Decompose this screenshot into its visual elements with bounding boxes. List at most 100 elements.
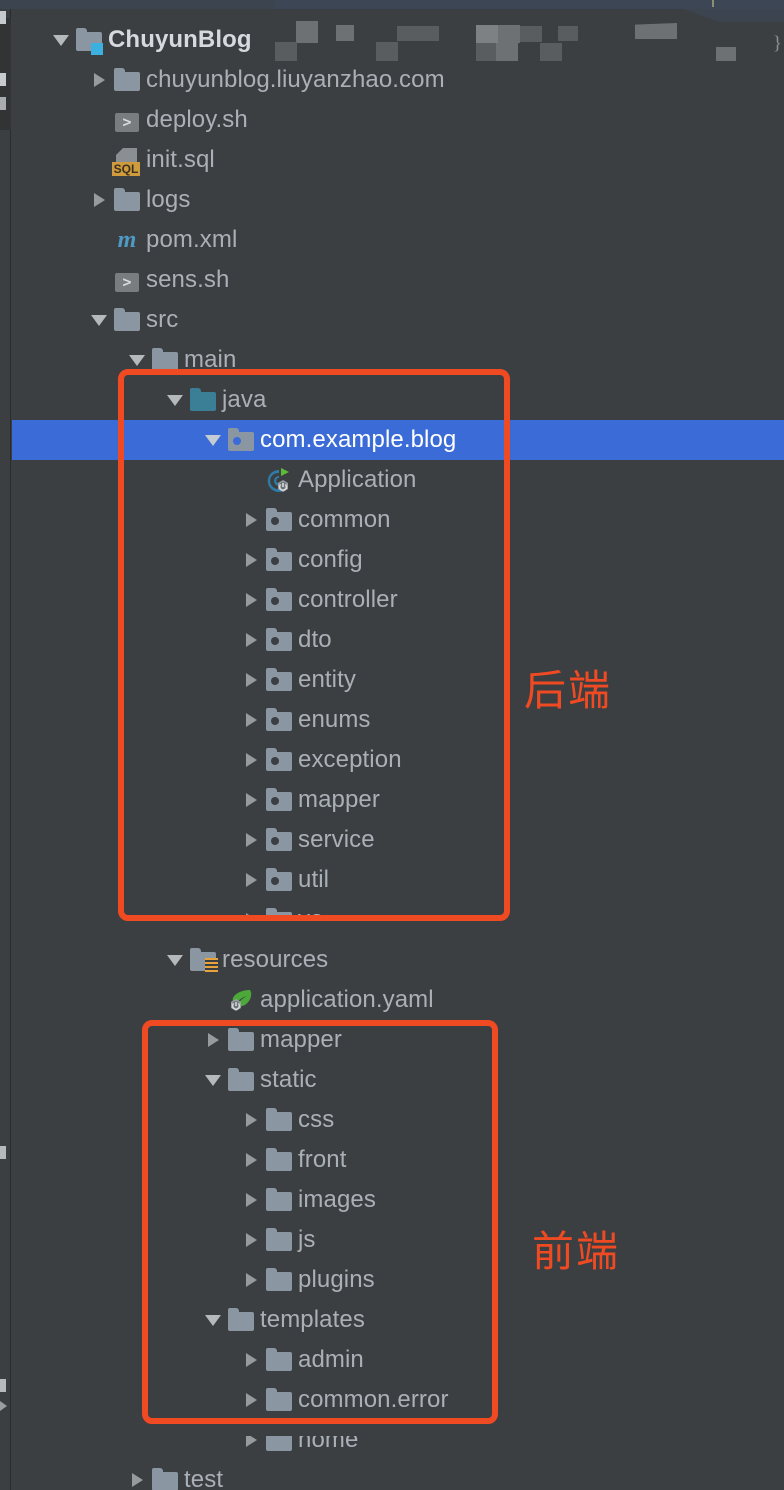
folder-icon [226,1065,256,1095]
chevron-down-icon[interactable] [124,354,150,366]
tree-row-label: controller [298,586,398,613]
tree-row-label: exception [298,746,402,773]
tree-row-images[interactable]: images [12,1180,784,1220]
tree-row-common-error[interactable]: common.error [12,1380,784,1420]
tree-row-chuyunblog[interactable]: ChuyunBlog [12,20,784,60]
tree-row-resources[interactable]: resources [12,940,784,980]
chevron-right-icon[interactable] [238,633,264,647]
folder-shape [266,1108,292,1131]
tree-row-static[interactable]: static [12,1060,784,1100]
gutter-marker [0,11,6,24]
package-icon [264,545,294,575]
chevron-right-icon[interactable] [238,1193,264,1207]
folder-icon [264,1185,294,1215]
tree-row-common[interactable]: common [12,500,784,540]
resource-root-folder-icon [188,945,218,975]
ide-project-panel: } ChuyunBlog chuyunblog.liuyanzhao.com > de… [0,0,784,1490]
folder-icon [150,1465,180,1490]
chevron-right-icon[interactable] [238,833,264,847]
folder-shape [266,828,292,851]
chevron-right-icon[interactable] [238,1353,264,1367]
tree-row-label: js [298,1226,316,1253]
package-icon [264,865,294,895]
tree-row-controller[interactable]: controller [12,580,784,620]
tree-row-entity[interactable]: entity [12,660,784,700]
tree-row-label: src [146,306,179,333]
chevron-right-icon[interactable] [238,1233,264,1247]
tree-row-admin[interactable]: admin [12,1340,784,1380]
tree-row-label: admin [298,1346,364,1373]
chevron-right-icon[interactable] [86,193,112,207]
folder-shape [190,388,216,411]
chevron-right-icon[interactable] [238,1273,264,1287]
tree-row-templates[interactable]: templates [12,1300,784,1340]
tree-row-label: java [222,386,267,413]
tree-row-pom-xml[interactable]: m pom.xml [12,220,784,260]
folder-shape [266,668,292,691]
chevron-right-icon[interactable] [238,1393,264,1407]
chevron-right-icon[interactable] [238,873,264,887]
chevron-right-icon[interactable] [238,513,264,527]
tree-row-com-example-blog[interactable]: com.example.blog [12,420,784,460]
tree-row-sens-sh[interactable]: > sens.sh [12,260,784,300]
chevron-right-icon[interactable] [238,1153,264,1167]
chevron-right-icon[interactable] [200,1033,226,1047]
tree-row-application-yaml[interactable]: application.yaml [12,980,784,1020]
package-icon [264,585,294,615]
tree-row-config[interactable]: config [12,540,784,580]
tree-row-exception[interactable]: exception [12,740,784,780]
tree-row-service[interactable]: service [12,820,784,860]
tree-row-java[interactable]: java [12,380,784,420]
tree-row-front[interactable]: front [12,1140,784,1180]
folder-icon [264,1385,294,1415]
folder-icon [226,1025,256,1055]
maven-file-icon: m [112,225,142,255]
tree-row-init-sql[interactable]: SQL init.sql [12,140,784,180]
tree-row-plugins[interactable]: plugins [12,1260,784,1300]
tree-row-main[interactable]: main [12,340,784,380]
tree-row-label: dto [298,626,332,653]
gutter-collapse-arrow-icon[interactable] [0,1401,7,1411]
tree-row-label: init.sql [146,146,215,173]
folder-shape [266,1388,292,1411]
chevron-down-icon[interactable] [200,1314,226,1326]
chevron-down-icon[interactable] [162,954,188,966]
chevron-down-icon[interactable] [200,434,226,446]
chevron-right-icon[interactable] [238,1113,264,1127]
chevron-right-icon[interactable] [238,673,264,687]
tree-row-js[interactable]: js [12,1220,784,1260]
chevron-right-icon[interactable] [238,753,264,767]
chevron-right-icon[interactable] [124,1473,150,1487]
titlebar-shade [275,0,784,9]
chevron-down-icon[interactable] [86,314,112,326]
chevron-right-icon[interactable] [86,73,112,87]
folder-icon [264,1225,294,1255]
chevron-down-icon[interactable] [48,34,74,46]
chevron-down-icon[interactable] [162,394,188,406]
tree-row-mapper[interactable]: mapper [12,1020,784,1060]
tree-row-util[interactable]: util [12,860,784,900]
tree-row-logs[interactable]: logs [12,180,784,220]
tree-row-dto[interactable]: dto [12,620,784,660]
chevron-right-icon[interactable] [238,793,264,807]
tree-row-application[interactable]: Application [12,460,784,500]
tree-row-test[interactable]: test [12,1460,784,1490]
tree-row-label: entity [298,666,356,693]
tree-row-enums[interactable]: enums [12,700,784,740]
tree-row-label: templates [260,1306,365,1333]
chevron-right-icon[interactable] [238,593,264,607]
left-gutter[interactable] [0,9,11,1490]
package-icon [264,785,294,815]
tree-row-css[interactable]: css [12,1100,784,1140]
resource-badge [205,958,218,972]
folder-shape [266,1268,292,1291]
chevron-right-icon[interactable] [238,713,264,727]
tree-row-deploy-sh[interactable]: > deploy.sh [12,100,784,140]
chevron-down-icon[interactable] [200,1074,226,1086]
chevron-right-icon[interactable] [238,553,264,567]
tree-row-chuyunblog-liuyanzhao-com[interactable]: chuyunblog.liuyanzhao.com [12,60,784,100]
tree-row-src[interactable]: src [12,300,784,340]
tree-row-mapper[interactable]: mapper [12,780,784,820]
shell-script-icon: > [112,105,142,135]
folder-shape [114,188,140,211]
